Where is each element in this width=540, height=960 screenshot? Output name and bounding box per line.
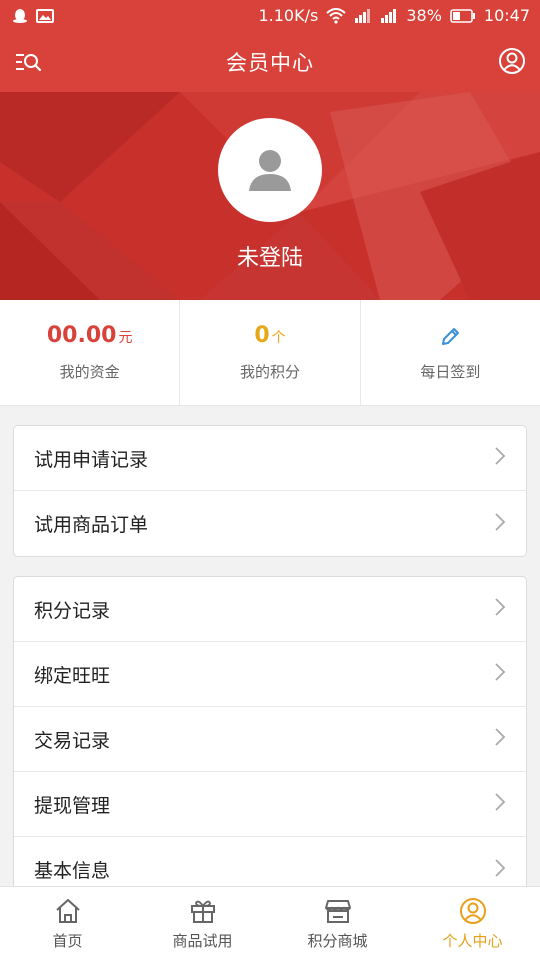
search-list-icon[interactable] <box>14 48 42 76</box>
network-speed: 1.10K/s <box>258 6 319 25</box>
menu-item-trial-orders[interactable]: 试用商品订单 <box>14 491 526 556</box>
chevron-right-icon <box>494 662 506 686</box>
tab-personal-center[interactable]: 个人中心 <box>405 887 540 960</box>
home-icon <box>54 896 82 926</box>
menu-item-label: 试用申请记录 <box>34 448 149 471</box>
tab-label: 商品试用 <box>172 932 233 950</box>
default-avatar-icon <box>249 150 291 191</box>
qq-icon <box>12 8 28 24</box>
pencil-icon <box>439 326 461 352</box>
signal-icon <box>380 9 398 23</box>
stat-funds[interactable]: 00.00 元 我的资金 <box>0 300 181 405</box>
status-bar: 1.10K/s 38% 10:47 <box>0 0 540 32</box>
profile-banner: 未登陆 <box>0 92 540 300</box>
chevron-right-icon <box>494 727 506 751</box>
gift-icon <box>189 896 217 926</box>
stat-daily-checkin[interactable]: 每日签到 <box>361 300 540 405</box>
stat-points[interactable]: 0 个 我的积分 <box>180 300 361 405</box>
menu-group-account: 积分记录 绑定旺旺 交易记录 提现管理 基本信息 <box>13 576 527 896</box>
stats-row: 00.00 元 我的资金 0 个 我的积分 每日签到 <box>0 300 540 406</box>
user-circle-icon <box>459 896 487 926</box>
login-status[interactable]: 未登陆 <box>0 240 540 272</box>
chevron-right-icon <box>494 597 506 621</box>
user-circle-icon[interactable] <box>498 47 526 75</box>
nav-bar: 会员中心 <box>0 32 540 92</box>
menu-item-withdrawals[interactable]: 提现管理 <box>14 772 526 837</box>
wifi-icon <box>326 8 346 24</box>
funds-unit: 元 <box>118 330 133 346</box>
menu-item-label: 提现管理 <box>34 794 111 817</box>
menu-item-trial-applications[interactable]: 试用申请记录 <box>14 426 526 491</box>
tab-label: 首页 <box>52 932 83 950</box>
menu-item-transactions[interactable]: 交易记录 <box>14 707 526 772</box>
points-label: 我的积分 <box>239 363 300 381</box>
battery-icon <box>450 9 476 23</box>
tab-bar: 首页 商品试用 积分商城 个人中心 <box>0 886 540 960</box>
menu-item-points-records[interactable]: 积分记录 <box>14 577 526 642</box>
menu-item-label: 绑定旺旺 <box>34 664 111 687</box>
image-icon <box>36 8 54 24</box>
clock: 10:47 <box>483 6 530 25</box>
points-unit: 个 <box>271 330 286 346</box>
chevron-right-icon <box>494 858 506 882</box>
chevron-right-icon <box>494 446 506 470</box>
avatar[interactable] <box>218 118 322 222</box>
tab-home[interactable]: 首页 <box>0 887 135 960</box>
chevron-right-icon <box>494 512 506 536</box>
funds-value: 00.00 <box>46 323 117 348</box>
menu-item-label: 基本信息 <box>34 860 111 882</box>
menu-item-label: 试用商品订单 <box>34 514 149 536</box>
menu-group-trial: 试用申请记录 试用商品订单 <box>13 425 527 557</box>
menu-item-label: 积分记录 <box>34 599 111 622</box>
points-value: 0 <box>254 323 270 348</box>
menu-item-bind-wangwang[interactable]: 绑定旺旺 <box>14 642 526 707</box>
page-title: 会员中心 <box>226 51 314 75</box>
funds-label: 我的资金 <box>59 363 120 381</box>
menu-item-label: 交易记录 <box>34 729 111 752</box>
store-icon <box>324 896 352 926</box>
signal-icon <box>354 9 372 23</box>
battery-percent: 38% <box>406 6 442 25</box>
checkin-label: 每日签到 <box>420 363 481 381</box>
tab-label: 个人中心 <box>442 932 503 950</box>
chevron-right-icon <box>494 792 506 816</box>
tab-label: 积分商城 <box>307 932 368 950</box>
tab-product-trial[interactable]: 商品试用 <box>135 887 270 960</box>
tab-points-mall[interactable]: 积分商城 <box>270 887 405 960</box>
